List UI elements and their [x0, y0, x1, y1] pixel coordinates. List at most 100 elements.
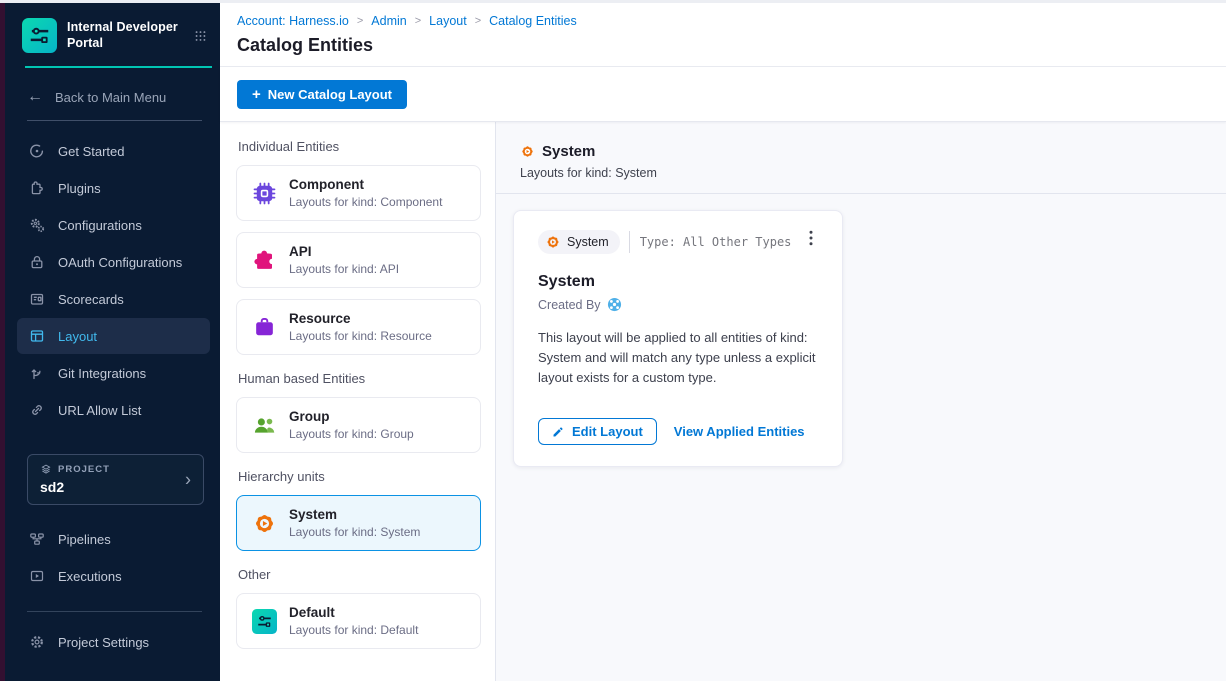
system-layout-card: System Type: All Other Types System Crea… [513, 210, 843, 467]
resource-icon [252, 315, 277, 340]
page-header: Account: Harness.io > Admin > Layout > C… [220, 3, 1226, 67]
back-to-main-menu[interactable]: ← Back to Main Menu [5, 68, 220, 120]
api-icon [252, 248, 277, 273]
section-label-other: Other [238, 567, 479, 582]
sidebar: Internal Developer Portal ← Back to Main… [5, 3, 220, 681]
kind-badge: System [538, 230, 620, 254]
sidebar-item-project-settings[interactable]: Project Settings [17, 624, 210, 660]
idp-logo-icon [22, 18, 57, 53]
project-selector[interactable]: PROJECT sd2 › [27, 454, 204, 505]
breadcrumb-admin[interactable]: Admin [371, 14, 406, 28]
entity-title: System [289, 507, 420, 522]
entity-subtitle: Layouts for kind: Default [289, 623, 418, 637]
chevron-right-icon: › [185, 469, 191, 490]
entity-card-api[interactable]: API Layouts for kind: API [236, 232, 481, 288]
lock-icon [29, 254, 45, 270]
layout-card-title: System [538, 273, 818, 291]
project-icon [40, 463, 52, 475]
sidebar-item-plugins[interactable]: Plugins [17, 170, 210, 206]
layout-icon [29, 328, 45, 344]
sidebar-item-label: Project Settings [58, 635, 149, 650]
divider [27, 611, 202, 612]
sidebar-item-layout[interactable]: Layout [17, 318, 210, 354]
kebab-menu-icon[interactable] [804, 230, 818, 246]
section-label-human-based-entities: Human based Entities [238, 371, 479, 386]
divider [629, 231, 630, 253]
sidebar-item-git-integrations[interactable]: Git Integrations [17, 355, 210, 391]
entity-subtitle: Layouts for kind: Resource [289, 329, 432, 343]
sidebar-item-label: Plugins [58, 181, 101, 196]
back-arrow-icon: ← [27, 89, 43, 105]
pipelines-icon [29, 531, 45, 547]
gear-icon [29, 634, 45, 650]
pencil-icon [552, 426, 564, 438]
scorecards-icon [29, 291, 45, 307]
content-area: Account: Harness.io > Admin > Layout > C… [220, 3, 1226, 681]
sidebar-item-configurations[interactable]: Configurations [17, 207, 210, 243]
apps-grid-icon[interactable] [195, 29, 206, 43]
layout-card-description: This layout will be applied to all entit… [538, 328, 818, 388]
entity-card-component[interactable]: Component Layouts for kind: Component [236, 165, 481, 221]
system-gear-icon [252, 511, 277, 536]
sidebar-nav: Get Started Plugins Configurations OAuth… [5, 133, 220, 429]
sidebar-item-oauth-configurations[interactable]: OAuth Configurations [17, 244, 210, 280]
sidebar-item-get-started[interactable]: Get Started [17, 133, 210, 169]
executions-icon [29, 568, 45, 584]
sidebar-item-label: OAuth Configurations [58, 255, 182, 270]
project-name: sd2 [40, 479, 191, 495]
entity-title: Resource [289, 311, 432, 326]
sidebar-item-label: Layout [58, 329, 97, 344]
sidebar-item-label: URL Allow List [58, 403, 141, 418]
new-catalog-layout-button[interactable]: + New Catalog Layout [237, 80, 407, 109]
plugins-icon [29, 180, 45, 196]
sidebar-item-pipelines[interactable]: Pipelines [17, 521, 210, 557]
section-label-individual-entities: Individual Entities [238, 139, 479, 154]
default-icon [252, 609, 277, 634]
entity-card-default[interactable]: Default Layouts for kind: Default [236, 593, 481, 649]
system-gear-icon [545, 234, 561, 250]
system-gear-icon [520, 144, 535, 159]
breadcrumb-separator: > [349, 15, 371, 27]
group-icon [252, 413, 277, 438]
sidebar-item-executions[interactable]: Executions [17, 558, 210, 594]
breadcrumb: Account: Harness.io > Admin > Layout > C… [237, 14, 1226, 28]
type-label: Type: All Other Types [640, 235, 792, 249]
logo-row: Internal Developer Portal [5, 3, 220, 65]
layouts-panel-header: System Layouts for kind: System [496, 122, 1226, 194]
sidebar-item-label: Configurations [58, 218, 142, 233]
entity-subtitle: Layouts for kind: API [289, 262, 399, 276]
component-icon [252, 181, 277, 206]
entity-card-system[interactable]: System Layouts for kind: System [236, 495, 481, 551]
entity-title: Component [289, 177, 442, 192]
link-icon [29, 402, 45, 418]
kind-badge-label: System [567, 235, 609, 249]
section-label-hierarchy-units: Hierarchy units [238, 469, 479, 484]
plus-icon: + [252, 87, 261, 102]
harness-avatar-icon [607, 297, 622, 312]
configurations-icon [29, 217, 45, 233]
entity-card-group[interactable]: Group Layouts for kind: Group [236, 397, 481, 453]
sidebar-nav-lower: Pipelines Executions [5, 521, 220, 595]
new-catalog-layout-label: New Catalog Layout [268, 87, 392, 102]
breadcrumb-account[interactable]: Account: Harness.io [237, 14, 349, 28]
page-title: Catalog Entities [237, 35, 1226, 56]
sidebar-item-url-allow-list[interactable]: URL Allow List [17, 392, 210, 428]
action-bar: + New Catalog Layout [220, 67, 1226, 122]
breadcrumb-layout[interactable]: Layout [429, 14, 467, 28]
project-label: PROJECT [58, 464, 110, 475]
entity-title: Default [289, 605, 418, 620]
back-label: Back to Main Menu [55, 90, 166, 105]
sidebar-item-label: Pipelines [58, 532, 111, 547]
entity-card-resource[interactable]: Resource Layouts for kind: Resource [236, 299, 481, 355]
breadcrumb-catalog-entities[interactable]: Catalog Entities [489, 14, 577, 28]
edit-layout-label: Edit Layout [572, 424, 643, 439]
breadcrumb-separator: > [407, 15, 429, 27]
app-window: Internal Developer Portal ← Back to Main… [0, 0, 1226, 681]
entity-subtitle: Layouts for kind: Group [289, 427, 414, 441]
edit-layout-button[interactable]: Edit Layout [538, 418, 657, 445]
view-applied-entities-link[interactable]: View Applied Entities [674, 424, 805, 439]
created-by-label: Created By [538, 298, 601, 312]
sidebar-item-label: Get Started [58, 144, 124, 159]
sidebar-item-scorecards[interactable]: Scorecards [17, 281, 210, 317]
entity-subtitle: Layouts for kind: Component [289, 195, 442, 209]
